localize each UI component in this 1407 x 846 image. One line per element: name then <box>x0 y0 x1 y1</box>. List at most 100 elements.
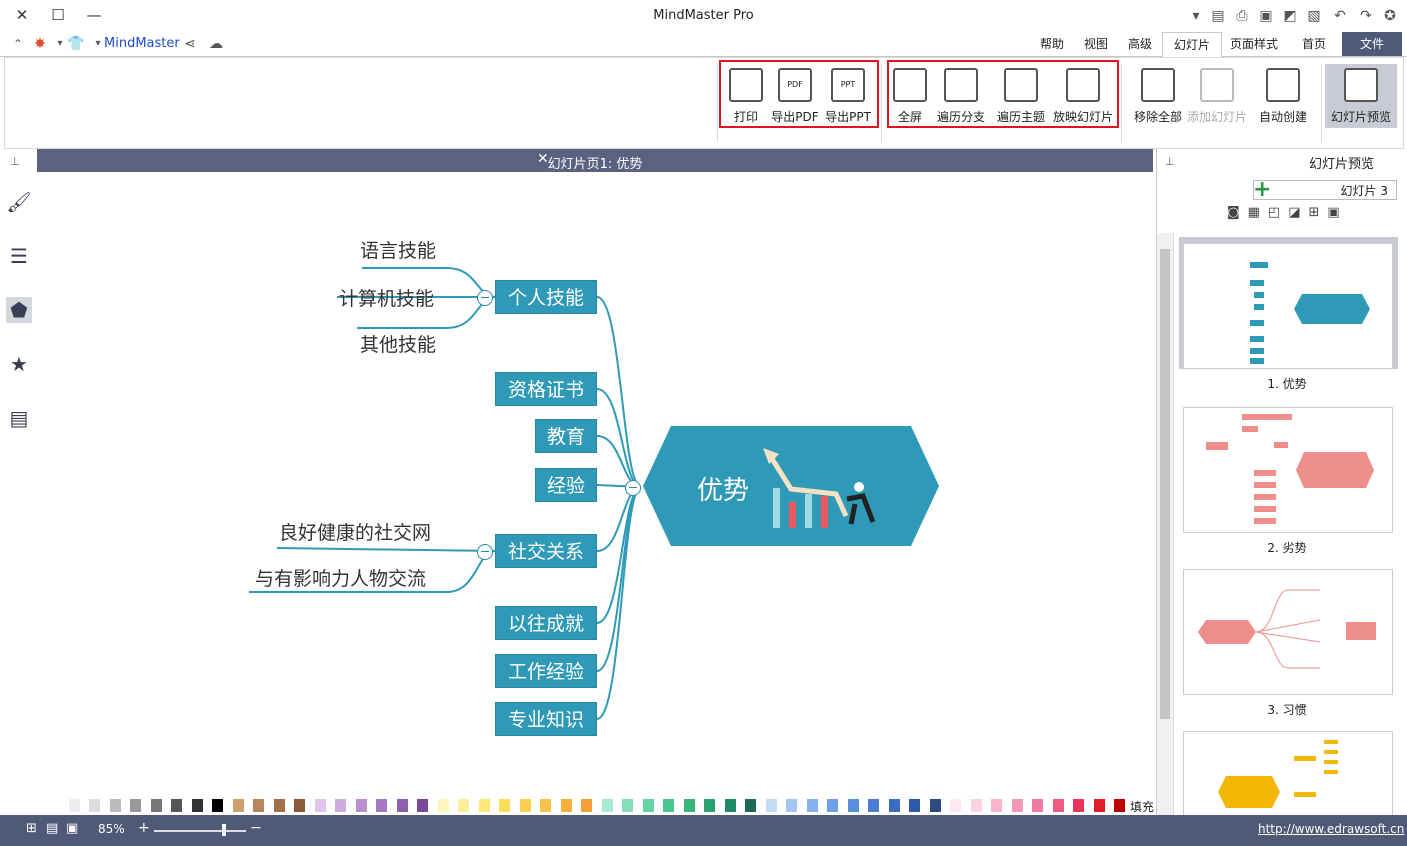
close-window-icon[interactable]: ✕ <box>8 4 36 26</box>
color-swatch[interactable] <box>970 799 982 812</box>
website-link[interactable]: http://www.edrawsoft.cn <box>1258 822 1404 836</box>
zoom-slider-handle[interactable] <box>222 824 226 836</box>
color-swatch[interactable] <box>888 799 900 812</box>
close-tab-icon[interactable]: ✕ <box>537 151 549 167</box>
color-swatch[interactable] <box>130 799 141 812</box>
color-swatch[interactable] <box>991 799 1002 812</box>
subtopic-healthy-network[interactable]: 良好健康的社交网 <box>279 518 431 545</box>
share-icon[interactable]: ⋖ <box>180 34 200 54</box>
zoom-in-icon[interactable]: + <box>138 820 150 836</box>
color-swatch[interactable] <box>437 799 449 812</box>
pin-panel-icon[interactable]: ⊥ <box>1165 155 1175 168</box>
topic-certificates[interactable]: 资格证书 <box>495 372 597 406</box>
subtopic-computer-skills[interactable]: 计算机技能 <box>339 284 434 311</box>
mindmap-canvas[interactable]: 优势 个人技能 资格证书 教育 经验 社交关系 以往成就 工作经验 专业知识 语… <box>37 172 1153 798</box>
slide-selector[interactable]: ▾ 幻灯片 3 <box>1253 180 1397 200</box>
clipart-icon[interactable]: ⬟ <box>6 297 32 323</box>
color-swatch[interactable] <box>806 799 818 812</box>
fit-page-icon[interactable]: ⊞ <box>26 821 37 836</box>
color-swatch[interactable] <box>109 799 121 812</box>
collapse-ribbon-icon[interactable]: ⌃ <box>8 34 28 54</box>
color-theme-icon[interactable]: ✸ <box>30 34 50 54</box>
auto-create-button[interactable]: 自动创建 <box>1251 64 1315 128</box>
panel-scrollbar[interactable] <box>1157 233 1174 815</box>
redo-icon[interactable]: ↷ <box>1356 6 1376 26</box>
topic-experience[interactable]: 经验 <box>535 468 597 502</box>
color-swatch[interactable] <box>765 799 777 812</box>
fit-window-icon[interactable]: ▣ <box>66 821 78 836</box>
central-collapse-button[interactable] <box>625 480 641 496</box>
minimize-window-icon[interactable]: — <box>80 4 108 26</box>
copy-icon[interactable]: ◰ <box>1268 205 1288 220</box>
color-swatch[interactable] <box>622 799 633 812</box>
edit-icon[interactable]: ◪ <box>1288 205 1308 220</box>
subtopic-language-skills[interactable]: 语言技能 <box>360 236 436 263</box>
traverse-branch-button[interactable]: 遍历分支 <box>931 64 991 128</box>
color-swatch[interactable] <box>376 799 387 812</box>
color-swatch[interactable] <box>1052 799 1064 812</box>
color-swatch[interactable] <box>355 799 367 812</box>
color-swatch[interactable] <box>950 799 961 812</box>
brand-link[interactable]: MindMaster <box>104 36 180 51</box>
tab-advanced[interactable]: 高级 <box>1118 32 1162 56</box>
color-swatch[interactable] <box>478 799 490 812</box>
print-button[interactable]: 打印 <box>725 64 767 128</box>
color-swatch[interactable] <box>1011 799 1023 812</box>
tab-file[interactable]: 文件 <box>1342 32 1402 56</box>
collapse-social-relations[interactable] <box>477 544 493 560</box>
topic-work-experience[interactable]: 工作经验 <box>495 654 597 688</box>
central-topic-shape[interactable] <box>641 424 941 548</box>
fullscreen-button[interactable]: 全屏 <box>889 64 931 128</box>
color-swatch[interactable] <box>458 799 469 812</box>
grid-icon[interactable]: ▦ <box>1248 205 1268 220</box>
color-swatch[interactable] <box>581 799 592 812</box>
quick-access-dropdown-icon[interactable]: ▾ <box>1186 6 1206 26</box>
color-swatch[interactable] <box>929 799 941 812</box>
color-swatch[interactable] <box>396 799 408 812</box>
slide-4-thumbnail[interactable] <box>1183 731 1393 817</box>
slideshow-icon[interactable]: ▣ <box>1327 205 1347 220</box>
mark-icon[interactable]: ★ <box>6 351 32 377</box>
slide-preview-button[interactable]: 幻灯片预览 <box>1325 64 1397 128</box>
tab-view[interactable]: 视图 <box>1074 32 1118 56</box>
cloud-icon[interactable]: ☁ <box>206 34 226 54</box>
color-swatch[interactable] <box>171 799 182 812</box>
color-swatch[interactable] <box>601 799 613 812</box>
task-calendar-icon[interactable]: ▤ <box>6 405 32 431</box>
add-slide-button[interactable]: 添加幻灯片 <box>1185 64 1249 128</box>
color-swatch[interactable] <box>1073 799 1084 812</box>
present-icon[interactable]: ◙ <box>1227 205 1248 220</box>
outline-view-icon[interactable]: ▤ <box>46 821 58 836</box>
topic-past-achievements[interactable]: 以往成就 <box>495 606 597 640</box>
color-swatch[interactable] <box>68 799 80 812</box>
format-brush-icon[interactable]: 🖌 <box>6 189 32 215</box>
color-swatch[interactable] <box>519 799 531 812</box>
topic-professional-knowledge[interactable]: 专业知识 <box>495 702 597 736</box>
tab-slides[interactable]: 幻灯片 <box>1162 32 1222 58</box>
print-icon[interactable]: ⎙ <box>1232 6 1252 26</box>
color-swatch[interactable] <box>335 799 346 812</box>
export-icon[interactable]: ▤ <box>1208 6 1228 26</box>
outline-list-icon[interactable]: ☰ <box>6 243 32 269</box>
remove-all-button[interactable]: 移除全部 <box>1129 64 1187 128</box>
undo-icon[interactable]: ↶ <box>1330 6 1350 26</box>
color-swatch[interactable] <box>560 799 572 812</box>
slide-1-thumbnail[interactable] <box>1183 243 1393 369</box>
color-swatch[interactable] <box>1093 799 1105 812</box>
shirt-icon[interactable]: 👕 <box>66 34 86 54</box>
export-ppt-button[interactable]: PPT 导出PPT <box>823 64 873 128</box>
color-swatch[interactable] <box>89 799 100 812</box>
color-swatch[interactable] <box>745 799 756 812</box>
subtopic-other-skills[interactable]: 其他技能 <box>360 330 436 357</box>
color-swatch[interactable] <box>499 799 510 812</box>
add-slide-icon[interactable]: + <box>1253 177 1271 202</box>
zoom-slider[interactable] <box>154 830 246 832</box>
color-swatch[interactable] <box>1032 799 1043 812</box>
color-swatch[interactable] <box>683 799 695 812</box>
color-swatch[interactable] <box>1114 799 1125 812</box>
traverse-topic-button[interactable]: 遍历主题 <box>991 64 1051 128</box>
color-swatch[interactable] <box>868 799 879 812</box>
crop-icon[interactable]: ⊞ <box>1309 205 1328 220</box>
save-icon[interactable]: ▣ <box>1256 6 1276 26</box>
color-swatch[interactable] <box>417 799 428 812</box>
